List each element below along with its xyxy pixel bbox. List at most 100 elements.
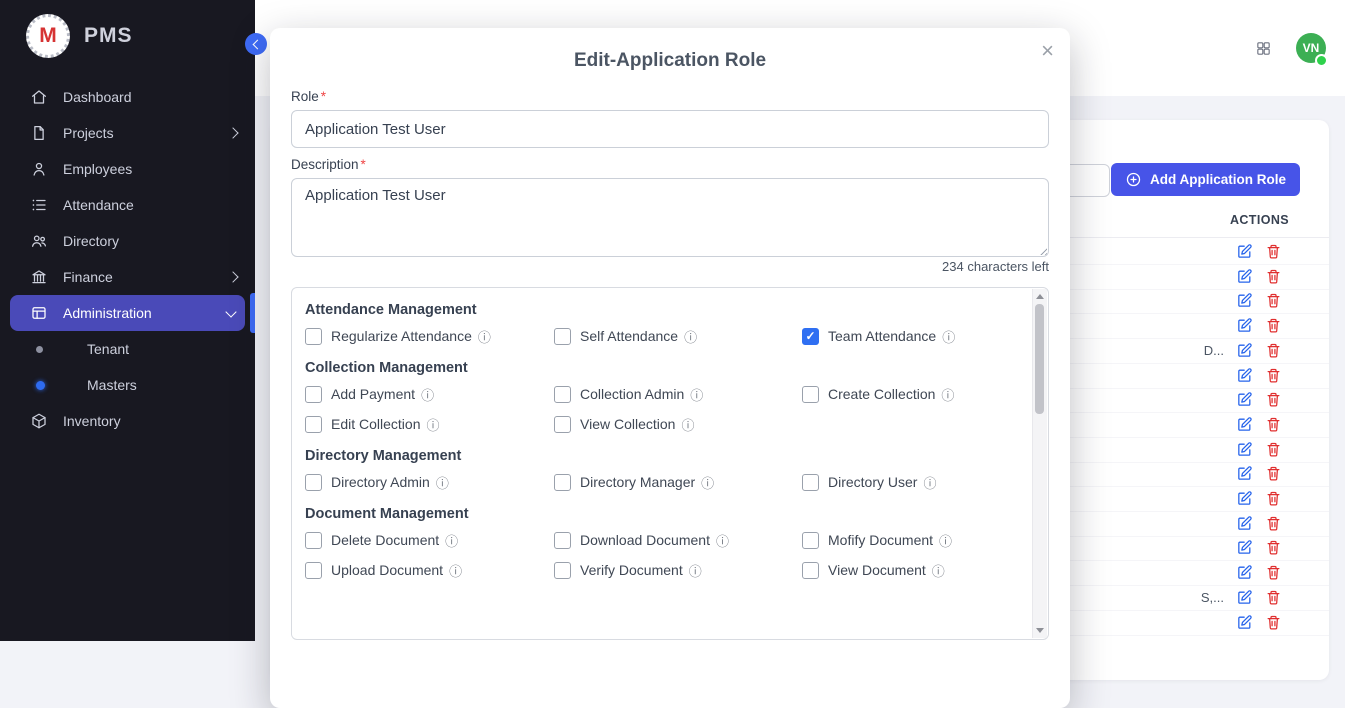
info-icon: ⓘ: [449, 561, 462, 580]
verify-document-checkbox[interactable]: [554, 562, 571, 579]
apps-grid-icon[interactable]: [1255, 40, 1272, 57]
scrollbar-up-arrow[interactable]: [1036, 294, 1044, 299]
delete-icon[interactable]: [1265, 342, 1282, 359]
delete-icon[interactable]: [1265, 367, 1282, 384]
permission-item: Collection Adminⓘ: [554, 384, 802, 404]
info-icon: ⓘ: [445, 531, 458, 550]
create-collection-checkbox[interactable]: [802, 386, 819, 403]
sidebar-item-finance[interactable]: Finance: [0, 259, 255, 295]
finance-icon: [30, 268, 50, 286]
description-label-text: Description: [291, 157, 359, 172]
delete-icon[interactable]: [1265, 391, 1282, 408]
close-icon[interactable]: ×: [1041, 36, 1054, 67]
role-input[interactable]: [291, 110, 1049, 148]
delete-icon[interactable]: [1265, 317, 1282, 334]
edit-icon[interactable]: [1236, 465, 1253, 482]
edit-icon[interactable]: [1236, 589, 1253, 606]
sidebar-item-label: Attendance: [63, 197, 134, 213]
scrollbar-down-arrow[interactable]: [1036, 628, 1044, 633]
edit-icon[interactable]: [1236, 614, 1253, 631]
delete-icon[interactable]: [1265, 589, 1282, 606]
info-icon: ⓘ: [942, 327, 955, 346]
directory-admin-checkbox[interactable]: [305, 474, 322, 491]
collection-admin-checkbox[interactable]: [554, 386, 571, 403]
edit-icon[interactable]: [1236, 416, 1253, 433]
edit-icon[interactable]: [1236, 268, 1253, 285]
edit-icon[interactable]: [1236, 317, 1253, 334]
delete-icon[interactable]: [1265, 490, 1282, 507]
permission-section-collection-management: Collection ManagementAdd PaymentⓘCollect…: [305, 360, 1032, 434]
permission-item: Directory Managerⓘ: [554, 472, 802, 492]
edit-icon[interactable]: [1236, 564, 1253, 581]
info-icon: ⓘ: [436, 473, 449, 492]
directory-user-checkbox[interactable]: [802, 474, 819, 491]
delete-icon[interactable]: [1265, 243, 1282, 260]
sidebar-item-label: Tenant: [87, 341, 129, 357]
sidebar-item-inventory[interactable]: Inventory: [0, 403, 255, 439]
delete-icon[interactable]: [1265, 441, 1282, 458]
sidebar-item-tenant[interactable]: Tenant: [0, 331, 255, 367]
delete-icon[interactable]: [1265, 268, 1282, 285]
sidebar-item-administration[interactable]: Administration: [10, 295, 245, 331]
attendance-icon: [30, 196, 50, 214]
sidebar-item-directory[interactable]: Directory: [0, 223, 255, 259]
description-label: Description*: [291, 157, 366, 172]
edit-collection-checkbox[interactable]: [305, 416, 322, 433]
delete-document-checkbox[interactable]: [305, 532, 322, 549]
sidebar-collapse-button[interactable]: [245, 33, 267, 55]
permission-section-directory-management: Directory ManagementDirectory AdminⓘDire…: [305, 448, 1032, 492]
permission-item: Delete Documentⓘ: [305, 530, 554, 550]
edit-icon[interactable]: [1236, 539, 1253, 556]
delete-icon[interactable]: [1265, 564, 1282, 581]
sidebar-item-dashboard[interactable]: Dashboard: [0, 79, 255, 115]
edit-icon[interactable]: [1236, 441, 1253, 458]
sidebar-item-projects[interactable]: Projects: [0, 115, 255, 151]
sidebar-item-employees[interactable]: Employees: [0, 151, 255, 187]
delete-icon[interactable]: [1265, 292, 1282, 309]
permission-item: View Documentⓘ: [802, 560, 1032, 580]
permission-item: Regularize Attendanceⓘ: [305, 326, 554, 346]
description-textarea[interactable]: Application Test User: [291, 178, 1049, 257]
info-icon: ⓘ: [690, 385, 703, 404]
edit-icon[interactable]: [1236, 515, 1253, 532]
download-document-checkbox[interactable]: [554, 532, 571, 549]
directory-manager-checkbox[interactable]: [554, 474, 571, 491]
delete-icon[interactable]: [1265, 539, 1282, 556]
team-attendance-checkbox[interactable]: ✓: [802, 328, 819, 345]
sidebar-item-masters[interactable]: Masters: [0, 367, 255, 403]
view-collection-checkbox[interactable]: [554, 416, 571, 433]
avatar-initials: VN: [1303, 41, 1320, 55]
permissions-scrollbar[interactable]: [1032, 289, 1047, 638]
edit-icon[interactable]: [1236, 367, 1253, 384]
permission-label: Mofify Document: [828, 532, 933, 548]
inventory-icon: [30, 412, 50, 430]
info-icon: ⓘ: [941, 385, 954, 404]
edit-icon[interactable]: [1236, 490, 1253, 507]
delete-icon[interactable]: [1265, 614, 1282, 631]
logo-row: M PMS: [0, 0, 255, 68]
permission-label: Download Document: [580, 532, 710, 548]
edit-icon[interactable]: [1236, 292, 1253, 309]
edit-icon[interactable]: [1236, 391, 1253, 408]
add-payment-checkbox[interactable]: [305, 386, 322, 403]
delete-icon[interactable]: [1265, 465, 1282, 482]
chevron-down-icon: [225, 306, 236, 317]
app-title: PMS: [84, 24, 133, 48]
delete-icon[interactable]: [1265, 416, 1282, 433]
regularize-attendance-checkbox[interactable]: [305, 328, 322, 345]
sidebar-item-label: Dashboard: [63, 89, 132, 105]
sidebar-item-label: Projects: [63, 125, 114, 141]
permission-item: Edit Collectionⓘ: [305, 414, 554, 434]
permission-label: Create Collection: [828, 386, 935, 402]
delete-icon[interactable]: [1265, 515, 1282, 532]
scrollbar-thumb[interactable]: [1035, 304, 1044, 414]
edit-icon[interactable]: [1236, 342, 1253, 359]
self-attendance-checkbox[interactable]: [554, 328, 571, 345]
mofify-document-checkbox[interactable]: [802, 532, 819, 549]
sidebar-item-attendance[interactable]: Attendance: [0, 187, 255, 223]
edit-icon[interactable]: [1236, 243, 1253, 260]
upload-document-checkbox[interactable]: [305, 562, 322, 579]
info-icon: ⓘ: [923, 473, 936, 492]
view-document-checkbox[interactable]: [802, 562, 819, 579]
permission-grid: Delete Documentⓘ Download Document ⓘ Mofify…: [305, 530, 1032, 580]
